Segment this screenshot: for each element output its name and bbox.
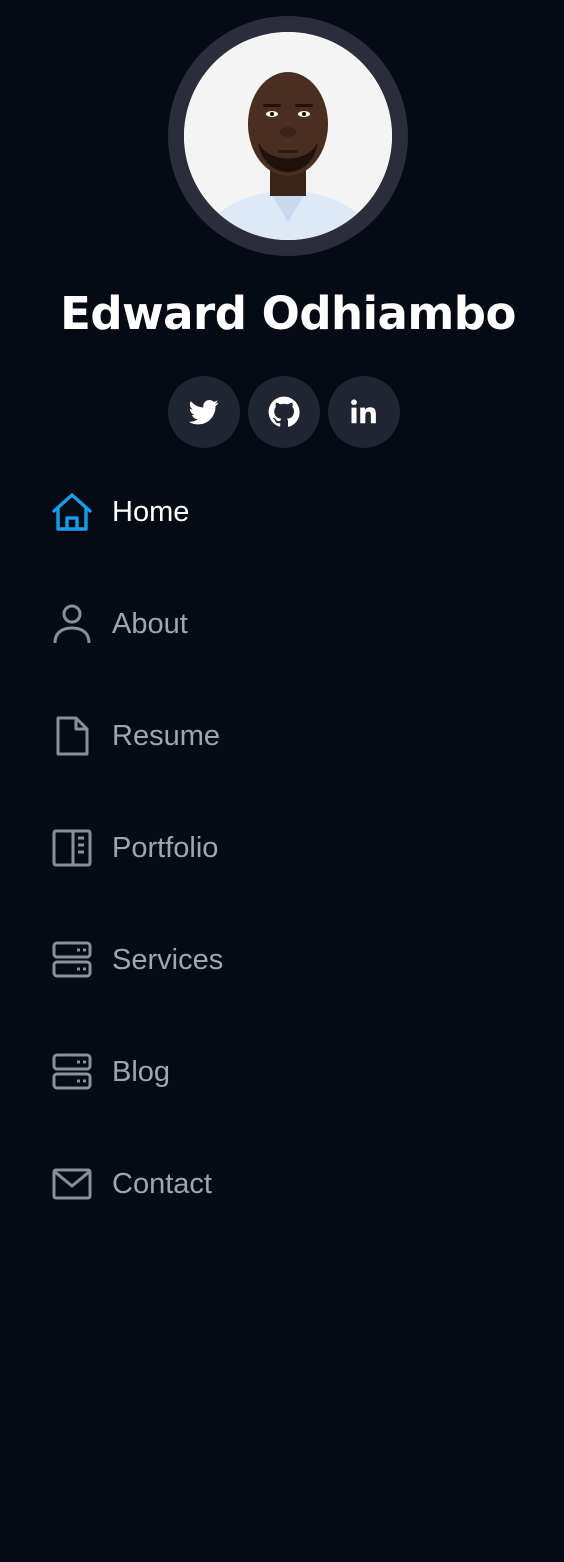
twitter-button[interactable]: [168, 376, 240, 448]
profile-name: Edward Odhiambo: [60, 287, 516, 340]
nav-item-home[interactable]: Home: [52, 456, 512, 568]
person-icon: [52, 604, 92, 644]
nav-menu: Home About Resume Portfolio Services Blo…: [52, 456, 512, 1240]
avatar-ring: [168, 16, 408, 256]
linkedin-button[interactable]: [328, 376, 400, 448]
nav-item-portfolio[interactable]: Portfolio: [52, 792, 512, 904]
home-icon: [52, 492, 92, 532]
nav-item-blog[interactable]: Blog: [52, 1016, 512, 1128]
twitter-icon: [189, 400, 219, 425]
nav-item-contact[interactable]: Contact: [52, 1128, 512, 1240]
nav-item-about[interactable]: About: [52, 568, 512, 680]
nav-label-blog: Blog: [112, 1056, 171, 1088]
nav-label-home: Home: [112, 496, 190, 528]
server-icon: [52, 940, 92, 980]
file-icon: [52, 716, 92, 756]
linkedin-icon: [351, 399, 376, 424]
social-links: [168, 376, 400, 448]
nav-label-portfolio: Portfolio: [112, 832, 219, 864]
server-icon: [52, 1052, 92, 1092]
nav-label-resume: Resume: [112, 720, 220, 752]
nav-item-resume[interactable]: Resume: [52, 680, 512, 792]
github-icon: [268, 396, 300, 427]
nav-label-services: Services: [112, 944, 224, 976]
nav-label-contact: Contact: [112, 1168, 212, 1200]
envelope-icon: [52, 1164, 92, 1204]
avatar: [184, 32, 392, 240]
nav-item-services[interactable]: Services: [52, 904, 512, 1016]
book-half-icon: [52, 828, 92, 868]
sidebar: Edward Odhiambo Home About Resume Portfo…: [0, 0, 564, 1562]
nav-label-about: About: [112, 608, 188, 640]
github-button[interactable]: [248, 376, 320, 448]
